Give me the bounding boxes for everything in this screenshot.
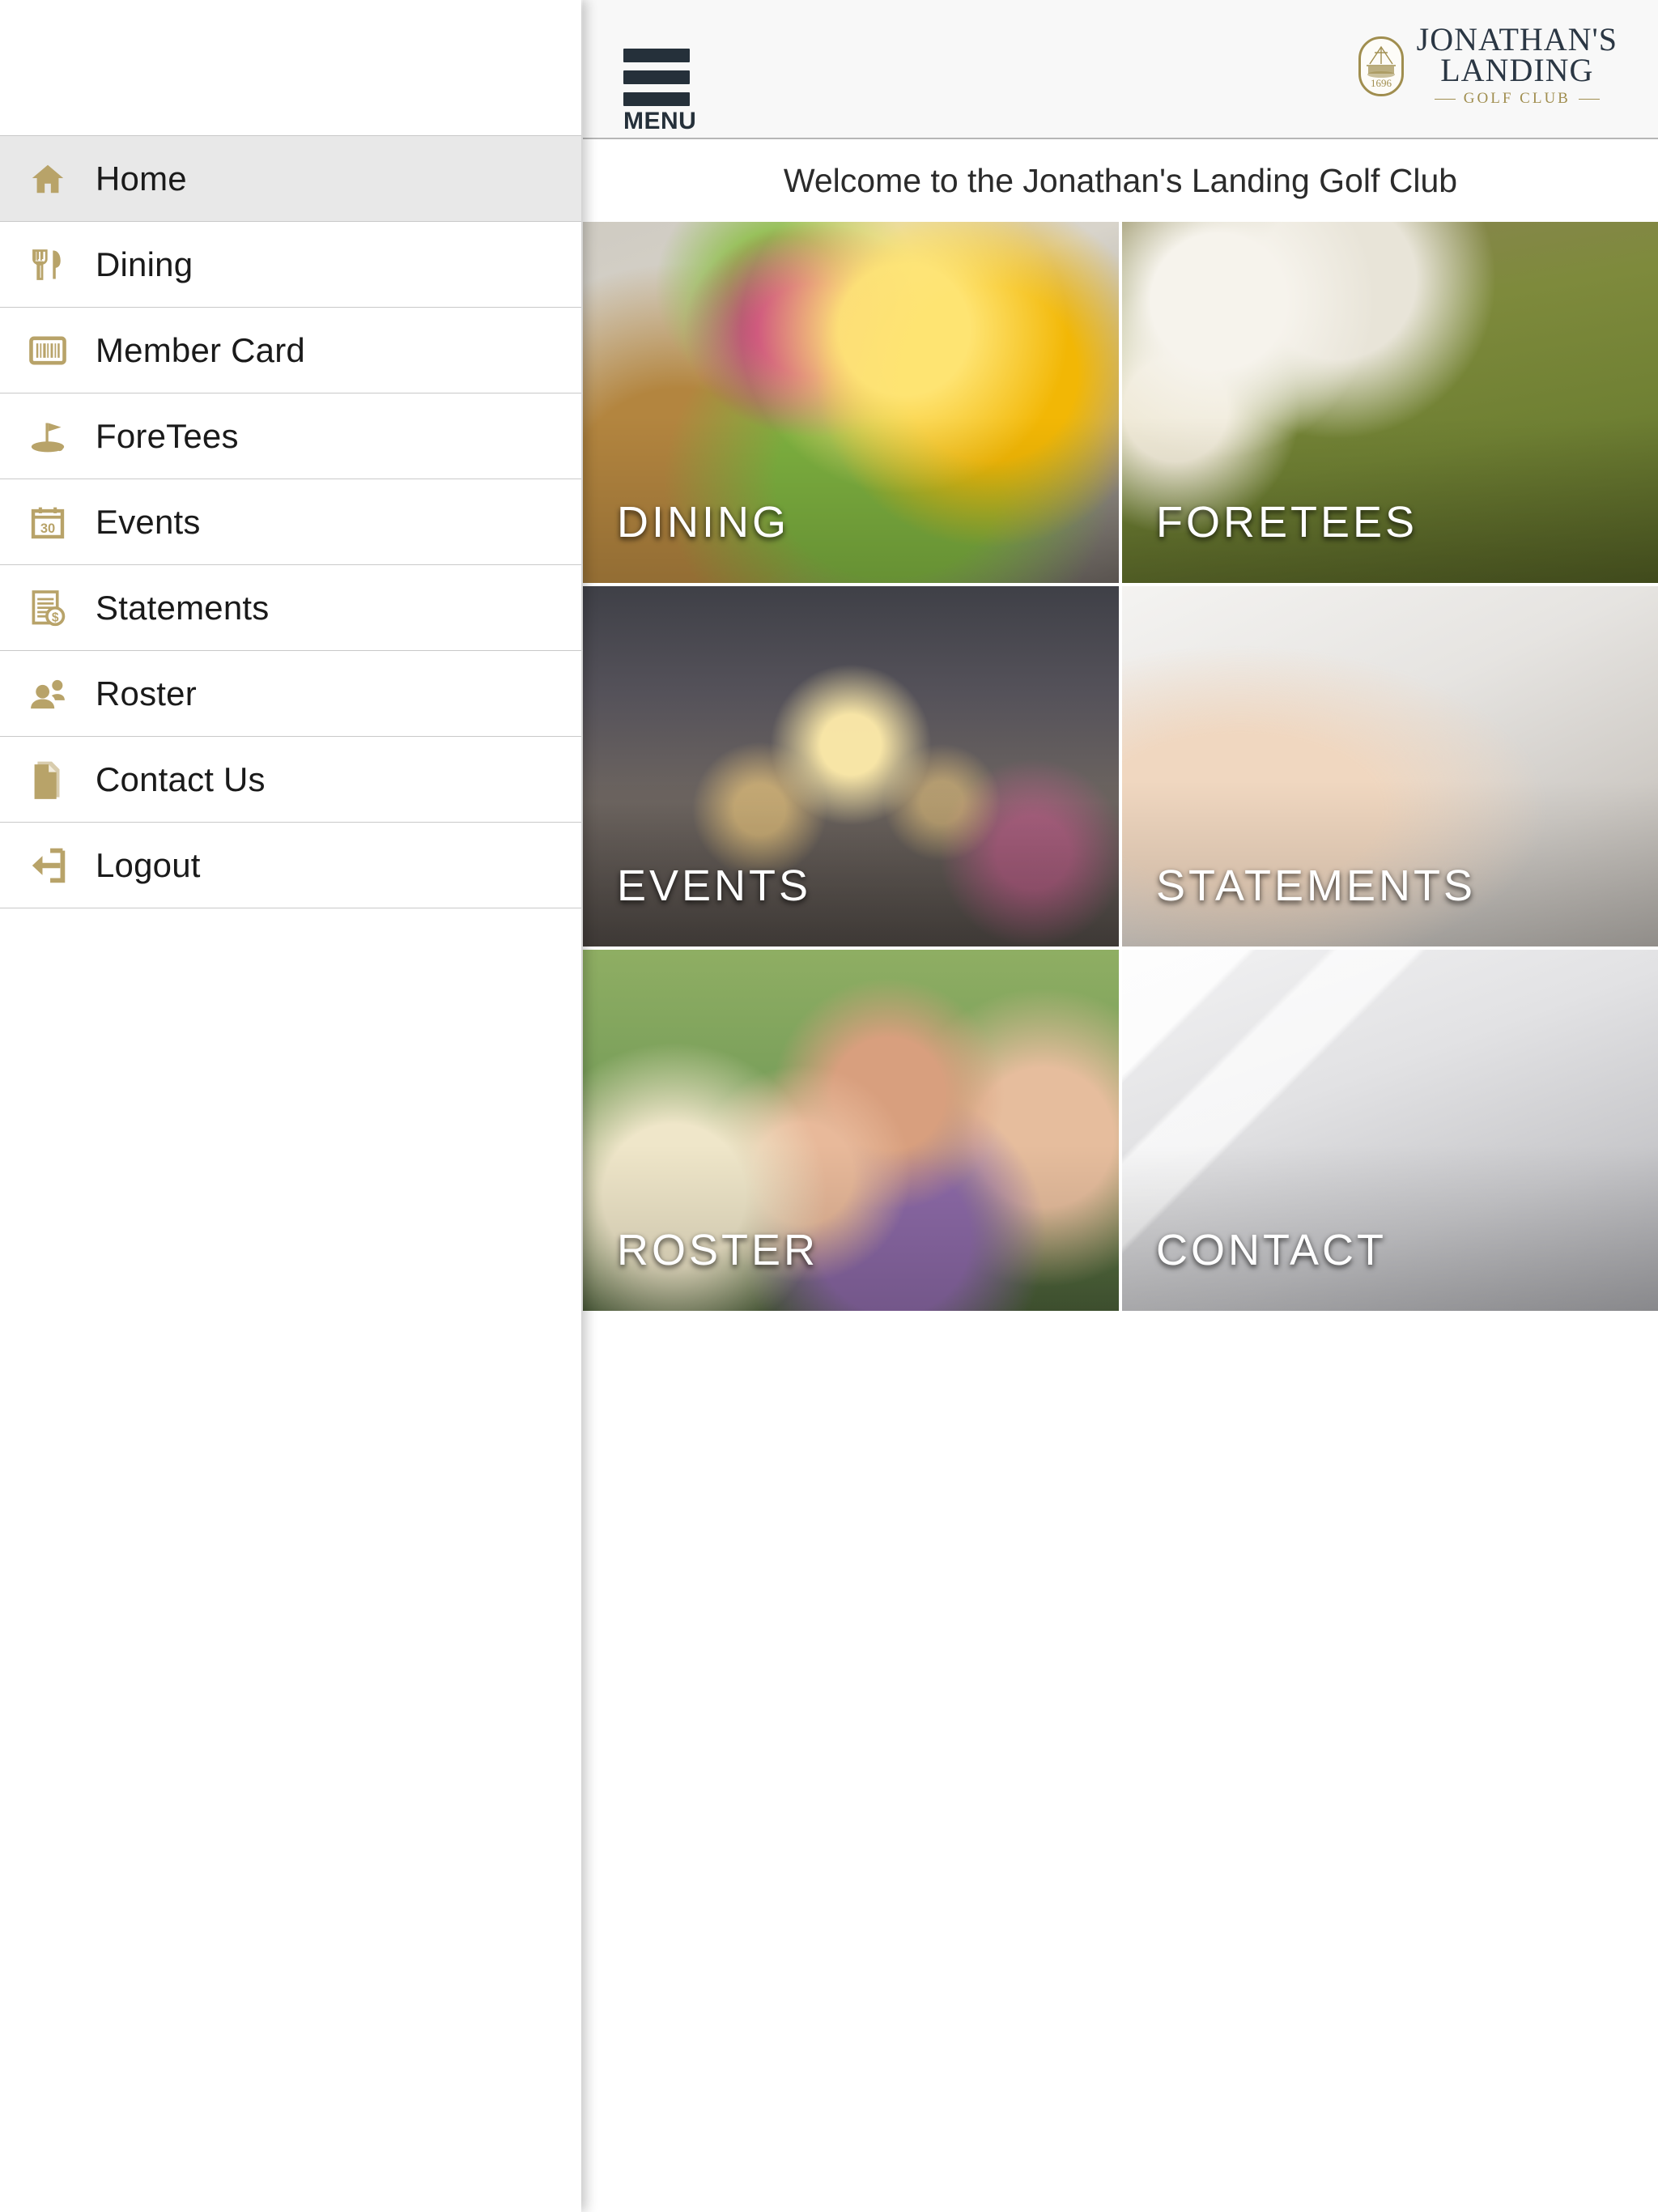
tile-events[interactable]: EVENTS [583,585,1119,947]
sidebar-item-label: Contact Us [96,759,266,798]
sidebar-item-label: Statements [96,588,270,627]
svg-text:$: $ [52,610,59,624]
brand-wordmark: JONATHAN'S LANDING GOLF CLUB [1416,21,1618,108]
tile-caption: DINING [617,497,789,547]
main-content-pane: MENU 1696 JONATHAN'S LANDING GOLF CLUB W… [583,0,1658,2212]
hamburger-icon [623,49,690,106]
sidebar-item-foretees[interactable]: ForeTees [0,393,581,479]
sidebar-item-events[interactable]: 30 Events [0,479,581,565]
sidebar-item-contact-us[interactable]: Contact Us [0,736,581,823]
brand-logo: 1696 JONATHAN'S LANDING GOLF CLUB [1358,21,1618,108]
brand-subtitle: GOLF CLUB [1434,90,1600,108]
sidebar-item-label: ForeTees [96,416,239,455]
tile-contact[interactable]: CONTACT [1122,950,1658,1311]
rule-left [1434,98,1456,100]
tile-dining[interactable]: DINING [583,222,1119,583]
sidebar-item-label: Events [96,502,201,541]
sidebar-item-label: Dining [96,245,193,283]
app-root: MENU 1696 JONATHAN'S LANDING GOLF CLUB W… [0,0,1658,2212]
sidebar-item-label: Member Card [96,330,305,369]
sidebar-item-logout[interactable]: Logout [0,822,581,908]
menu-button[interactable]: MENU [623,49,712,134]
sidebar-item-dining[interactable]: Dining [0,221,581,308]
tile-roster[interactable]: ROSTER [583,950,1119,1311]
sidebar-nav: Home Dining Member Card ForeTees 30 Even… [0,135,581,908]
home-icon [0,160,96,198]
sidebar-item-roster[interactable]: Roster [0,650,581,737]
top-app-bar: MENU 1696 JONATHAN'S LANDING GOLF CLUB [583,0,1658,139]
crest-year: 1696 [1371,77,1392,89]
sidebar-item-label: Home [96,159,187,198]
crest-icon: 1696 [1358,36,1404,96]
tile-caption: ROSTER [617,1225,819,1274]
tile-foretees[interactable]: FORETEES [1122,222,1658,583]
navigation-drawer: Home Dining Member Card ForeTees 30 Even… [0,0,581,2212]
tile-caption: EVENTS [617,861,812,911]
brand-line-one: JONATHAN'S [1416,21,1618,57]
cutlery-icon [0,246,96,283]
sidebar-item-home[interactable]: Home [0,135,581,222]
people-icon [0,678,96,710]
brand-subtitle-text: GOLF CLUB [1463,90,1571,107]
welcome-banner: Welcome to the Jonathan's Landing Golf C… [583,139,1658,222]
drawer-top-spacer [0,0,581,136]
tile-caption: STATEMENTS [1156,861,1477,911]
tile-caption: CONTACT [1156,1225,1387,1274]
sidebar-item-statements[interactable]: $ Statements [0,564,581,651]
calendar-icon: 30 [0,504,96,540]
golf-flag-icon [0,419,96,454]
tile-caption: FORETEES [1156,497,1418,547]
sidebar-item-label: Logout [96,845,201,884]
brand-line-two: LANDING [1440,52,1594,88]
tile-grid: DINING FORETEES EVENTS STATEMENTS ROSTER… [583,222,1658,1311]
barcode-icon [0,335,96,366]
rule-right [1578,98,1600,100]
invoice-icon: $ [0,589,96,627]
tile-statements[interactable]: STATEMENTS [1122,585,1658,947]
menu-button-label: MENU [623,108,697,134]
document-icon [0,760,96,799]
welcome-text: Welcome to the Jonathan's Landing Golf C… [783,161,1458,199]
logout-icon [0,848,96,883]
sidebar-item-member-card[interactable]: Member Card [0,307,581,393]
sidebar-item-label: Roster [96,674,197,713]
svg-text:30: 30 [40,521,55,535]
